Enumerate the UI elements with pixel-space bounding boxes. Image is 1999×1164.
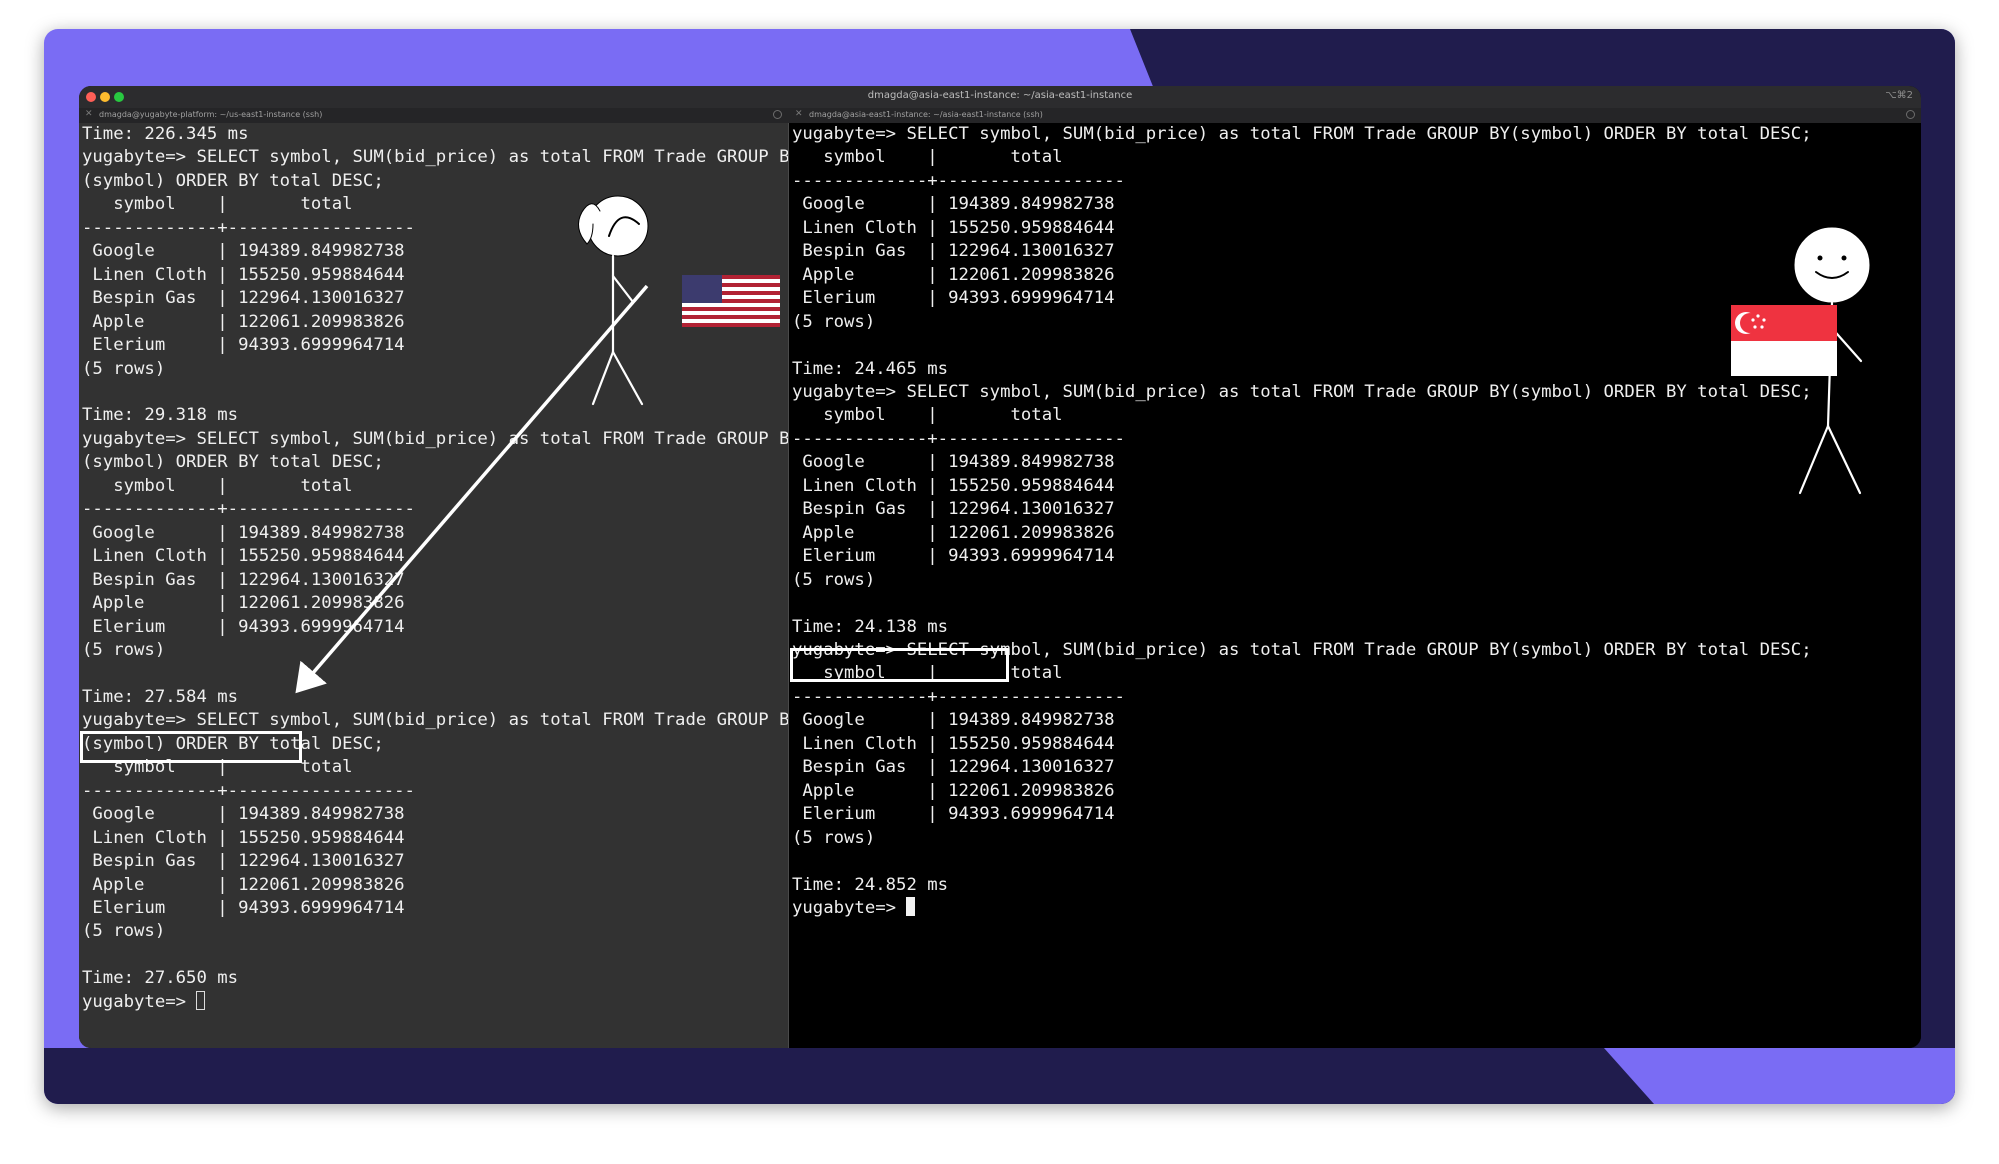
illustration-overlay	[295, 195, 1871, 694]
singapore-flag-icon	[1731, 305, 1837, 376]
slide-background: dmagda@asia-east1-instance: ~/asia-east1…	[44, 29, 1955, 1104]
terminal-window[interactable]: dmagda@asia-east1-instance: ~/asia-east1…	[79, 86, 1921, 1048]
us-flag-icon	[682, 275, 780, 327]
arrow-pointer	[295, 284, 649, 694]
stick-figure-ponytail	[577, 195, 649, 406]
